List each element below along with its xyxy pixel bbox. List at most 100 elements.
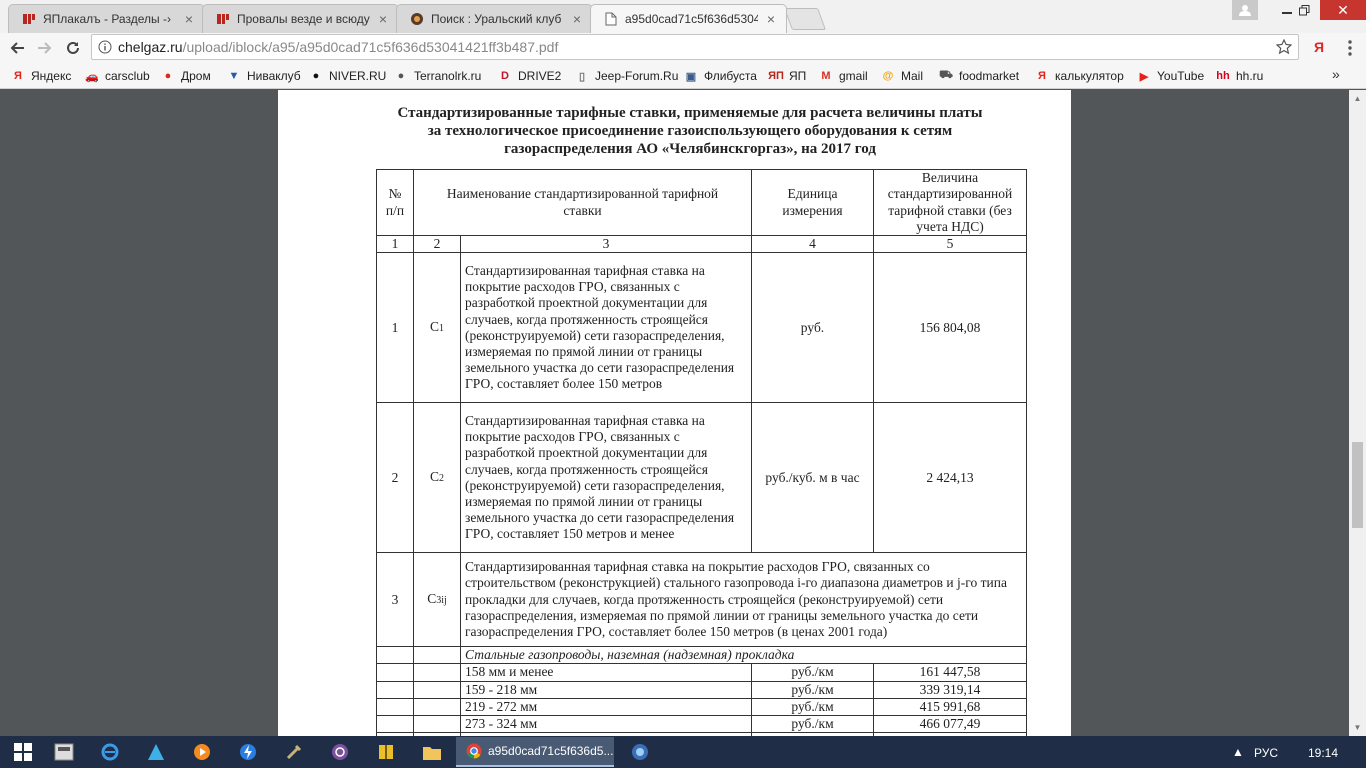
- taskbar-app[interactable]: [50, 737, 78, 767]
- profile-button[interactable]: [1232, 0, 1258, 20]
- bookmark-label: Mail: [901, 69, 924, 83]
- row-unit: руб./км: [751, 715, 874, 734]
- close-icon[interactable]: ×: [376, 12, 390, 26]
- info-icon[interactable]: [92, 40, 118, 54]
- menu-button[interactable]: [1340, 38, 1360, 58]
- clock[interactable]: 19:14: [1308, 746, 1338, 760]
- taskbar-active-window[interactable]: a95d0cad71c5f636d5...: [456, 737, 614, 767]
- title-line: за технологическое присоединение газоисп…: [427, 123, 953, 139]
- close-icon[interactable]: ×: [570, 12, 584, 26]
- empty-cell: [376, 715, 414, 734]
- bookmark-foodmarket[interactable]: ⛟ foodmarket: [938, 66, 1019, 86]
- maximize-button[interactable]: [1291, 0, 1317, 20]
- tab-title: a95d0cad71c5f636d5304: [625, 12, 758, 26]
- vertical-scrollbar[interactable]: ▲ ▼: [1349, 90, 1366, 736]
- bookmark-label: DRIVE2: [518, 69, 562, 83]
- bookmark-ниваклуб[interactable]: ▼ Ниваклуб: [226, 66, 301, 86]
- table-row: 273 - 324 мм руб./км 466 077,49: [376, 715, 1027, 734]
- gmail-icon: M: [821, 70, 831, 82]
- scroll-up-arrow-icon[interactable]: ▲: [1349, 90, 1366, 107]
- drive2-icon: D: [501, 70, 509, 82]
- section-label: Стальные газопроводы, наземная (надземна…: [460, 646, 1027, 665]
- taskbar-app[interactable]: [280, 737, 308, 767]
- header-name: Наименование стандартизированной тарифно…: [413, 169, 752, 236]
- app-globe-icon: [632, 744, 648, 760]
- bookmark-carsclub[interactable]: 🚗 carsclub: [84, 66, 150, 86]
- tray-chevron-icon[interactable]: ▲: [1232, 745, 1244, 759]
- tab-provaly[interactable]: Провалы везде и всюду ×: [202, 4, 399, 33]
- reload-button[interactable]: [62, 37, 84, 59]
- row-value: 415 991,68: [873, 697, 1027, 717]
- close-icon[interactable]: ×: [764, 12, 778, 26]
- nivaclub-icon: ▼: [228, 70, 240, 82]
- taskbar-app[interactable]: [234, 737, 262, 767]
- empty-cell: [376, 663, 414, 682]
- bookmark-label: foodmarket: [959, 69, 1020, 83]
- row-value: 161 447,58: [873, 663, 1027, 682]
- tab-yaplakal-sections[interactable]: ЯПлакалъ - Разделы -› ×: [8, 4, 205, 33]
- row-num: 1: [376, 252, 414, 404]
- back-button[interactable]: [6, 37, 28, 59]
- empty-cell: [376, 697, 414, 717]
- address-bar[interactable]: chelgaz.ru/upload/iblock/a95/a95d0cad71c…: [91, 34, 1299, 60]
- taskbar-app[interactable]: [188, 737, 216, 767]
- bookmark-mail[interactable]: @ Mail: [880, 66, 923, 86]
- forward-button[interactable]: [34, 37, 56, 59]
- more-vertical-icon: [1348, 40, 1352, 56]
- taskbar-window-title: a95d0cad71c5f636d5...: [488, 744, 614, 758]
- close-icon[interactable]: ×: [182, 12, 196, 26]
- bookmark-gmail[interactable]: Mgmail: [818, 66, 868, 86]
- row-value: 156 804,08: [873, 252, 1027, 404]
- table-row: 158 мм и менее руб./км 161 447,58: [376, 663, 1027, 682]
- taskbar-app[interactable]: [418, 737, 446, 767]
- language-indicator[interactable]: РУС: [1254, 746, 1278, 760]
- taskbar-app[interactable]: [626, 737, 654, 767]
- new-tab-button[interactable]: [783, 8, 827, 30]
- bookmark-label: NIVER.RU: [329, 69, 387, 83]
- scroll-down-arrow-icon[interactable]: ▼: [1349, 719, 1366, 736]
- tab-title: ЯПлакалъ - Разделы -›: [43, 12, 171, 26]
- document-icon: [603, 11, 619, 27]
- bookmark-label: Jeep-Forum.Ru: [595, 69, 679, 83]
- bookmark-калькулятор[interactable]: Якалькулятор: [1034, 66, 1124, 86]
- bookmark-star-icon[interactable]: [1275, 38, 1293, 58]
- bookmarks-overflow-button[interactable]: »: [1332, 66, 1340, 82]
- bookmark-label: gmail: [839, 69, 868, 83]
- table-row: 1 C1 Стандартизированная тарифная ставка…: [376, 252, 1027, 404]
- taskbar-app[interactable]: [372, 737, 400, 767]
- pdf-viewer[interactable]: Стандартизированные тарифные ставки, при…: [0, 90, 1349, 736]
- mail-icon: @: [882, 70, 894, 82]
- bookmark-яп[interactable]: ЯП ЯП: [768, 66, 806, 86]
- col-number: 1: [376, 234, 414, 254]
- tab-title: Поиск : Уральский клуб: [431, 12, 562, 26]
- taskbar-app[interactable]: [96, 737, 124, 767]
- start-button[interactable]: [4, 737, 42, 767]
- app-triangle-icon: [148, 744, 164, 760]
- bookmark-hh-ru[interactable]: hh hh.ru: [1215, 66, 1263, 86]
- bookmark-jeep-forum-ru[interactable]: ▯ Jeep-Forum.Ru: [574, 66, 678, 86]
- taskbar-app[interactable]: [326, 737, 354, 767]
- windows-icon: [14, 743, 32, 761]
- internet-explorer-icon: [101, 743, 119, 761]
- hh-icon: hh: [1216, 70, 1230, 82]
- bookmark-дром[interactable]: ● Дром: [160, 66, 211, 86]
- close-window-button[interactable]: ✕: [1320, 0, 1366, 20]
- tab-pdf-document[interactable]: a95d0cad71c5f636d5304 ×: [590, 4, 787, 33]
- arrow-right-icon: [38, 42, 52, 54]
- bookmark-youtube[interactable]: ▶ YouTube: [1136, 66, 1204, 86]
- scrollbar-thumb[interactable]: [1352, 442, 1363, 528]
- yandex-extension-button[interactable]: Я: [1310, 38, 1328, 56]
- diameter-range: 159 - 218 мм: [460, 680, 752, 699]
- table-row: 159 - 218 мм руб./км 339 319,14: [376, 680, 1027, 699]
- tab-ural-club-search[interactable]: Поиск : Уральский клуб ×: [396, 4, 593, 33]
- col-number: 2: [413, 234, 461, 254]
- row-description: Стандартизированная тарифная ставка на п…: [460, 252, 752, 404]
- bookmark-яндекс[interactable]: Я Яндекс: [10, 66, 71, 86]
- taskbar-app[interactable]: [142, 737, 170, 767]
- bookmark-drive2[interactable]: D DRIVE2: [497, 66, 561, 86]
- bookmark-niver-ru[interactable]: ● NIVER.RU: [308, 66, 387, 86]
- empty-cell: [413, 646, 461, 665]
- bookmark-флибуста[interactable]: ▣ Флибуста: [683, 66, 757, 86]
- tariff-table: № п/п Наименование стандартизированной т…: [376, 169, 1027, 736]
- bookmark-terranolrk-ru[interactable]: ● Terranolrk.ru: [393, 66, 482, 86]
